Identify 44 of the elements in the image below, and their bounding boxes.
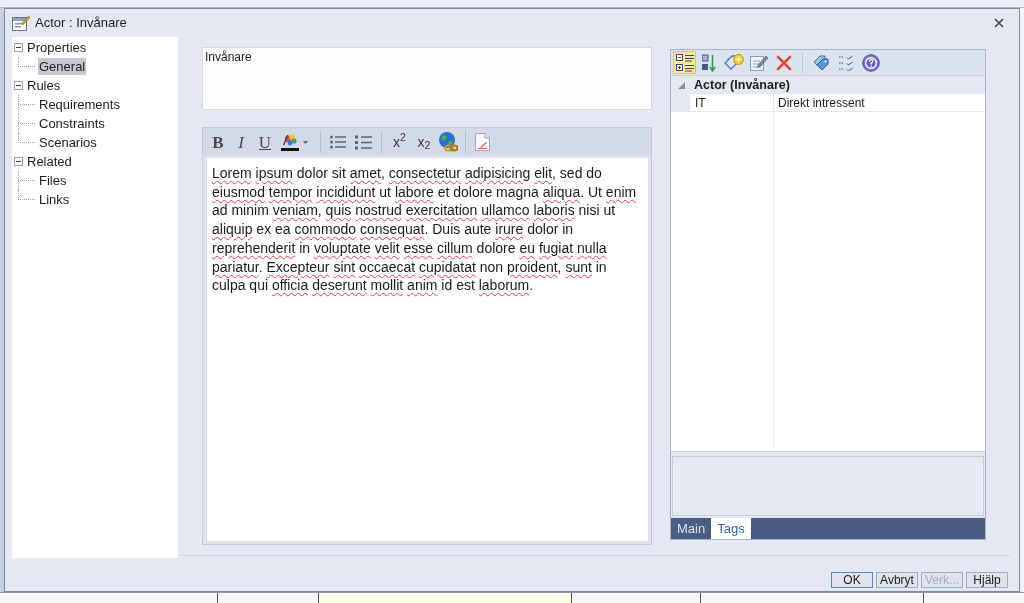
tree-item[interactable]: Constraints xyxy=(38,115,106,132)
tree-item[interactable]: Requirements xyxy=(38,96,121,113)
tree-item[interactable]: Rules xyxy=(26,77,62,94)
checklist-icon xyxy=(838,54,853,71)
tag-icon xyxy=(811,53,830,72)
property-name-cell-text: IT xyxy=(694,95,707,111)
name-field[interactable]: Invånare xyxy=(202,47,652,110)
notepad-pencil-icon xyxy=(749,54,768,71)
document-icon xyxy=(474,133,490,151)
underline-button[interactable]: U xyxy=(253,130,277,154)
tree-item[interactable]: Properties xyxy=(26,39,88,56)
dialog-button[interactable]: OK xyxy=(831,572,873,588)
property-group-header[interactable]: Actor (Invånare) xyxy=(671,76,985,94)
globe-icon xyxy=(438,132,458,152)
dialog-button[interactable]: Hjälp xyxy=(966,572,1008,588)
dialog-button[interactable]: Avbryt xyxy=(876,572,918,588)
panel-tab[interactable]: Main xyxy=(671,518,712,539)
bold-button[interactable]: B xyxy=(207,130,229,154)
close-button[interactable] xyxy=(993,16,1005,29)
tree-item[interactable]: Related xyxy=(26,153,73,170)
bulleted-list-icon xyxy=(330,135,346,149)
property-value-cell[interactable]: Direkt intressent xyxy=(774,94,985,111)
subscript-button[interactable]: x$_{2}$ xyxy=(412,130,436,154)
tag-star-icon xyxy=(723,53,744,72)
delete-icon xyxy=(775,54,792,71)
tree-item[interactable]: Files xyxy=(38,172,68,189)
tree-item[interactable]: General xyxy=(38,58,87,75)
numbered-list-icon xyxy=(354,134,372,150)
panel-tab[interactable]: Tags xyxy=(711,518,751,539)
italic-button[interactable]: I xyxy=(229,130,253,154)
window-title: Actor : Invånare xyxy=(35,13,127,32)
close-icon xyxy=(994,17,1004,28)
tree-item[interactable]: Links xyxy=(38,191,71,208)
categorized-view-button[interactable] xyxy=(673,51,696,74)
help-icon xyxy=(861,53,880,72)
caret-icon xyxy=(303,140,308,144)
hyperlink-button[interactable] xyxy=(436,130,460,154)
categorized-list-icon xyxy=(675,53,694,72)
superscript-button[interactable]: x$^{2}$ xyxy=(387,130,412,154)
sort-icon xyxy=(701,53,716,72)
tree-item[interactable]: Scenarios xyxy=(38,134,98,151)
font-color-icon xyxy=(281,133,299,151)
property-group-title: Actor (Invånare) xyxy=(694,76,790,94)
dialog-app-icon xyxy=(12,14,30,31)
